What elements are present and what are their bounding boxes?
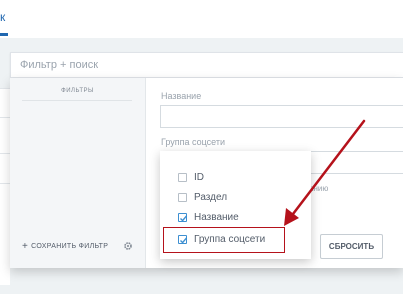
checkbox[interactable] <box>178 173 187 182</box>
name-field-label: Название <box>161 91 202 101</box>
top-tab-bar: к <box>0 0 403 38</box>
filter-sidebar: ФИЛЬТРЫ + СОХРАНИТЬ ФИЛЬТР <box>10 78 146 268</box>
tab-active-underline <box>0 33 8 36</box>
reset-button[interactable]: СБРОСИТЬ <box>320 234 383 259</box>
dropdown-item-name[interactable]: Название <box>160 208 311 228</box>
plus-icon: + <box>22 241 29 252</box>
dropdown-item-id[interactable]: ID <box>160 168 311 188</box>
sidebar-title: ФИЛЬТРЫ <box>61 88 94 94</box>
partial-field-text: анию <box>309 184 329 193</box>
sidebar-divider <box>22 100 132 101</box>
dropdown-item-label: Раздел <box>194 192 228 203</box>
background-page-edge <box>0 88 10 285</box>
checkbox[interactable] <box>178 213 188 222</box>
search-placeholder: Фильтр + поиск <box>20 59 99 71</box>
dropdown-item-label: ID <box>194 172 204 183</box>
group-field-label: Группа соцсети <box>161 137 226 147</box>
dropdown-item-label: Название <box>194 212 239 223</box>
filter-search-bar[interactable]: Фильтр + поиск <box>10 52 403 78</box>
gear-icon[interactable] <box>123 241 133 251</box>
annotation-highlight-box <box>163 227 285 253</box>
save-filter-label: СОХРАНИТЬ ФИЛЬТР <box>31 243 109 250</box>
tab-active[interactable]: к <box>0 10 5 24</box>
checkbox[interactable] <box>178 193 187 202</box>
save-filter-button[interactable]: + СОХРАНИТЬ ФИЛЬТР <box>22 241 108 252</box>
name-field[interactable] <box>160 105 403 128</box>
dropdown-item-section[interactable]: Раздел <box>160 188 311 208</box>
